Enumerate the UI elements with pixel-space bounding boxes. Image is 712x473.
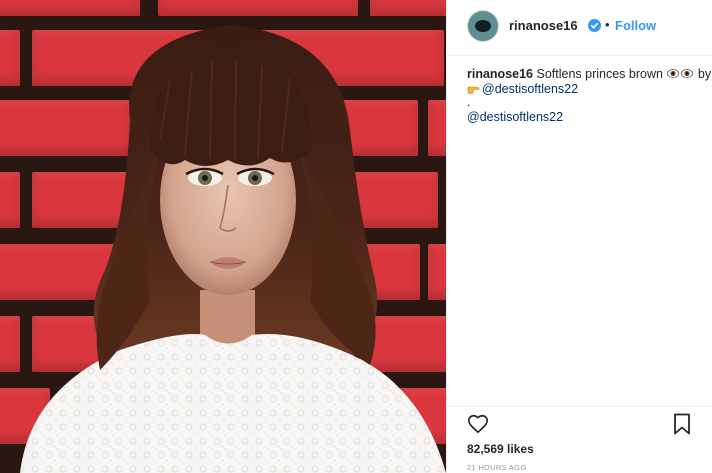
- author-username-link[interactable]: rinanose16: [509, 18, 578, 33]
- caption-line-3: @destisoftlens22: [467, 110, 697, 125]
- likes-label: likes: [507, 442, 534, 456]
- post-caption: rinanose16 Softlens princes brown by @de…: [467, 67, 711, 125]
- caption-mention-link[interactable]: @destisoftlens22: [467, 110, 563, 124]
- post-header: rinanose16 • Follow: [447, 0, 712, 56]
- post-photo[interactable]: [0, 0, 446, 473]
- heart-icon[interactable]: [467, 413, 489, 435]
- likes-number: 82,569: [467, 442, 504, 456]
- avatar[interactable]: [467, 10, 499, 42]
- eye-emoji-icon: [667, 69, 680, 78]
- header-separator: •: [605, 17, 610, 32]
- pointing-hand-emoji-icon: [467, 86, 480, 94]
- avatar-image: [475, 20, 491, 32]
- verified-badge-icon: [588, 19, 601, 32]
- follow-button[interactable]: Follow: [615, 18, 656, 33]
- caption-period: .: [467, 95, 471, 109]
- likes-count[interactable]: 82,569 likes: [467, 442, 534, 456]
- caption-line-2: @destisoftlens22: [467, 82, 697, 97]
- post-timestamp[interactable]: 21 HOURS AGO: [467, 463, 526, 472]
- caption-mention-link[interactable]: @destisoftlens22: [482, 82, 578, 96]
- portrait-illustration: [20, 25, 446, 473]
- caption-username-link[interactable]: rinanose16: [467, 67, 533, 81]
- actions-divider: [447, 406, 712, 407]
- instagram-post: rinanose16 • Follow rinanose16 Softlens …: [0, 0, 712, 473]
- post-side-panel: rinanose16 • Follow rinanose16 Softlens …: [446, 0, 712, 473]
- caption-line-1: rinanose16 Softlens princes brown by: [467, 67, 711, 82]
- eye-emoji-icon: [681, 69, 694, 78]
- caption-by-word: by: [697, 67, 712, 81]
- caption-text: Softlens princes brown: [536, 67, 663, 81]
- bookmark-icon[interactable]: [672, 413, 692, 435]
